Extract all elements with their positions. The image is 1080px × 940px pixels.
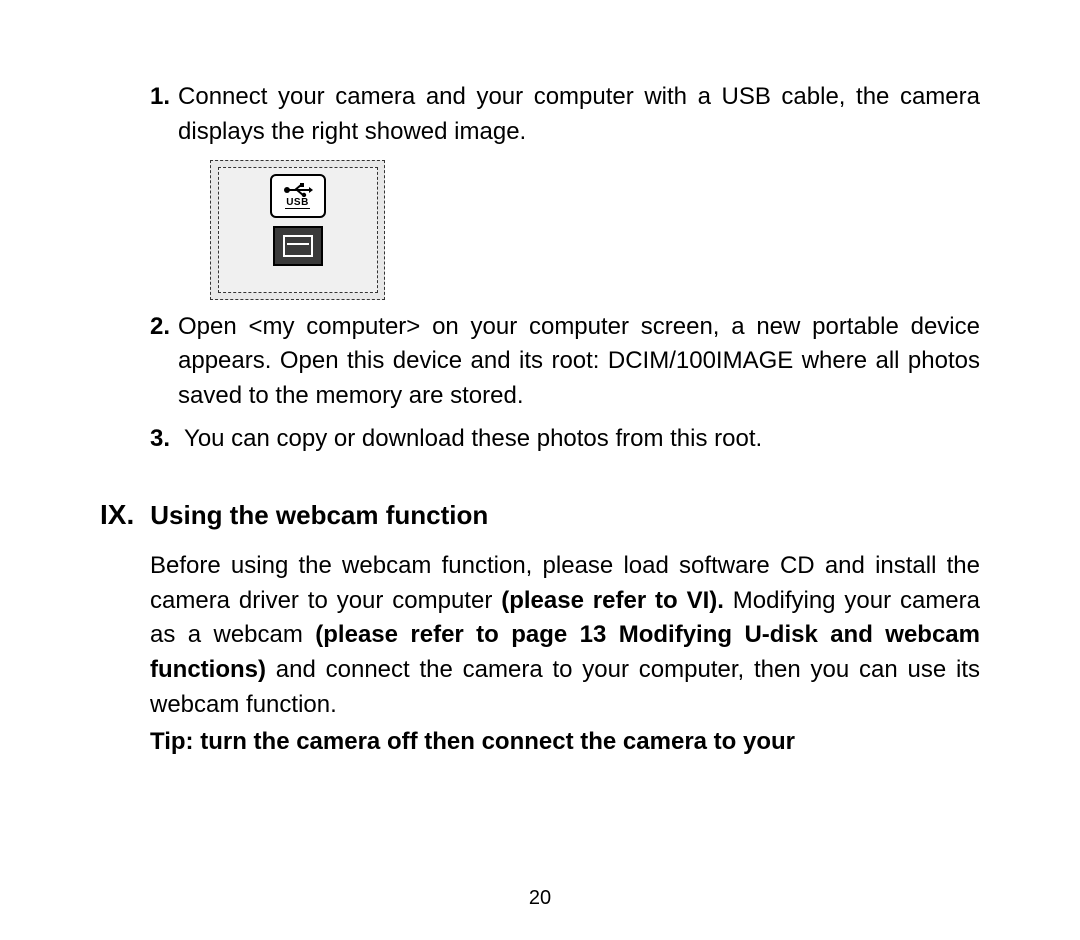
tip-line: Tip: turn the camera off then connect th… (150, 725, 980, 760)
storage-icon (273, 226, 323, 266)
list-text: You can copy or download these photos fr… (184, 422, 980, 457)
list-item-2: 2. Open <my computer> on your computer s… (150, 310, 980, 414)
list-item-3: 3. You can copy or download these photos… (150, 422, 980, 457)
camera-display-figure: USB (210, 160, 980, 300)
section-heading: IX. Using the webcam function (100, 499, 980, 531)
document-page: 1. Connect your camera and your computer… (0, 0, 1080, 940)
storage-icon-inner (283, 235, 313, 257)
list-number: 2. (150, 310, 170, 345)
usb-icon: USB (270, 174, 326, 218)
camera-screen-inner: USB (218, 167, 378, 293)
list-number: 3. (150, 422, 170, 457)
section-title: Using the webcam function (150, 500, 488, 531)
page-number: 20 (0, 887, 1080, 910)
usb-trident-icon (283, 183, 313, 197)
section-number: IX. (100, 499, 134, 531)
usb-label: USB (285, 198, 310, 209)
list-number: 1. (150, 80, 170, 115)
list-item-1: 1. Connect your camera and your computer… (150, 80, 980, 150)
para-text: and connect the camera to your computer,… (150, 656, 980, 718)
para-bold-ref-1: (please refer to VI). (501, 587, 724, 614)
camera-screen: USB (210, 160, 385, 300)
list-text: Connect your camera and your computer wi… (178, 80, 980, 150)
list-text: Open <my computer> on your computer scre… (178, 310, 980, 414)
section-paragraph: Before using the webcam function, please… (150, 549, 980, 723)
